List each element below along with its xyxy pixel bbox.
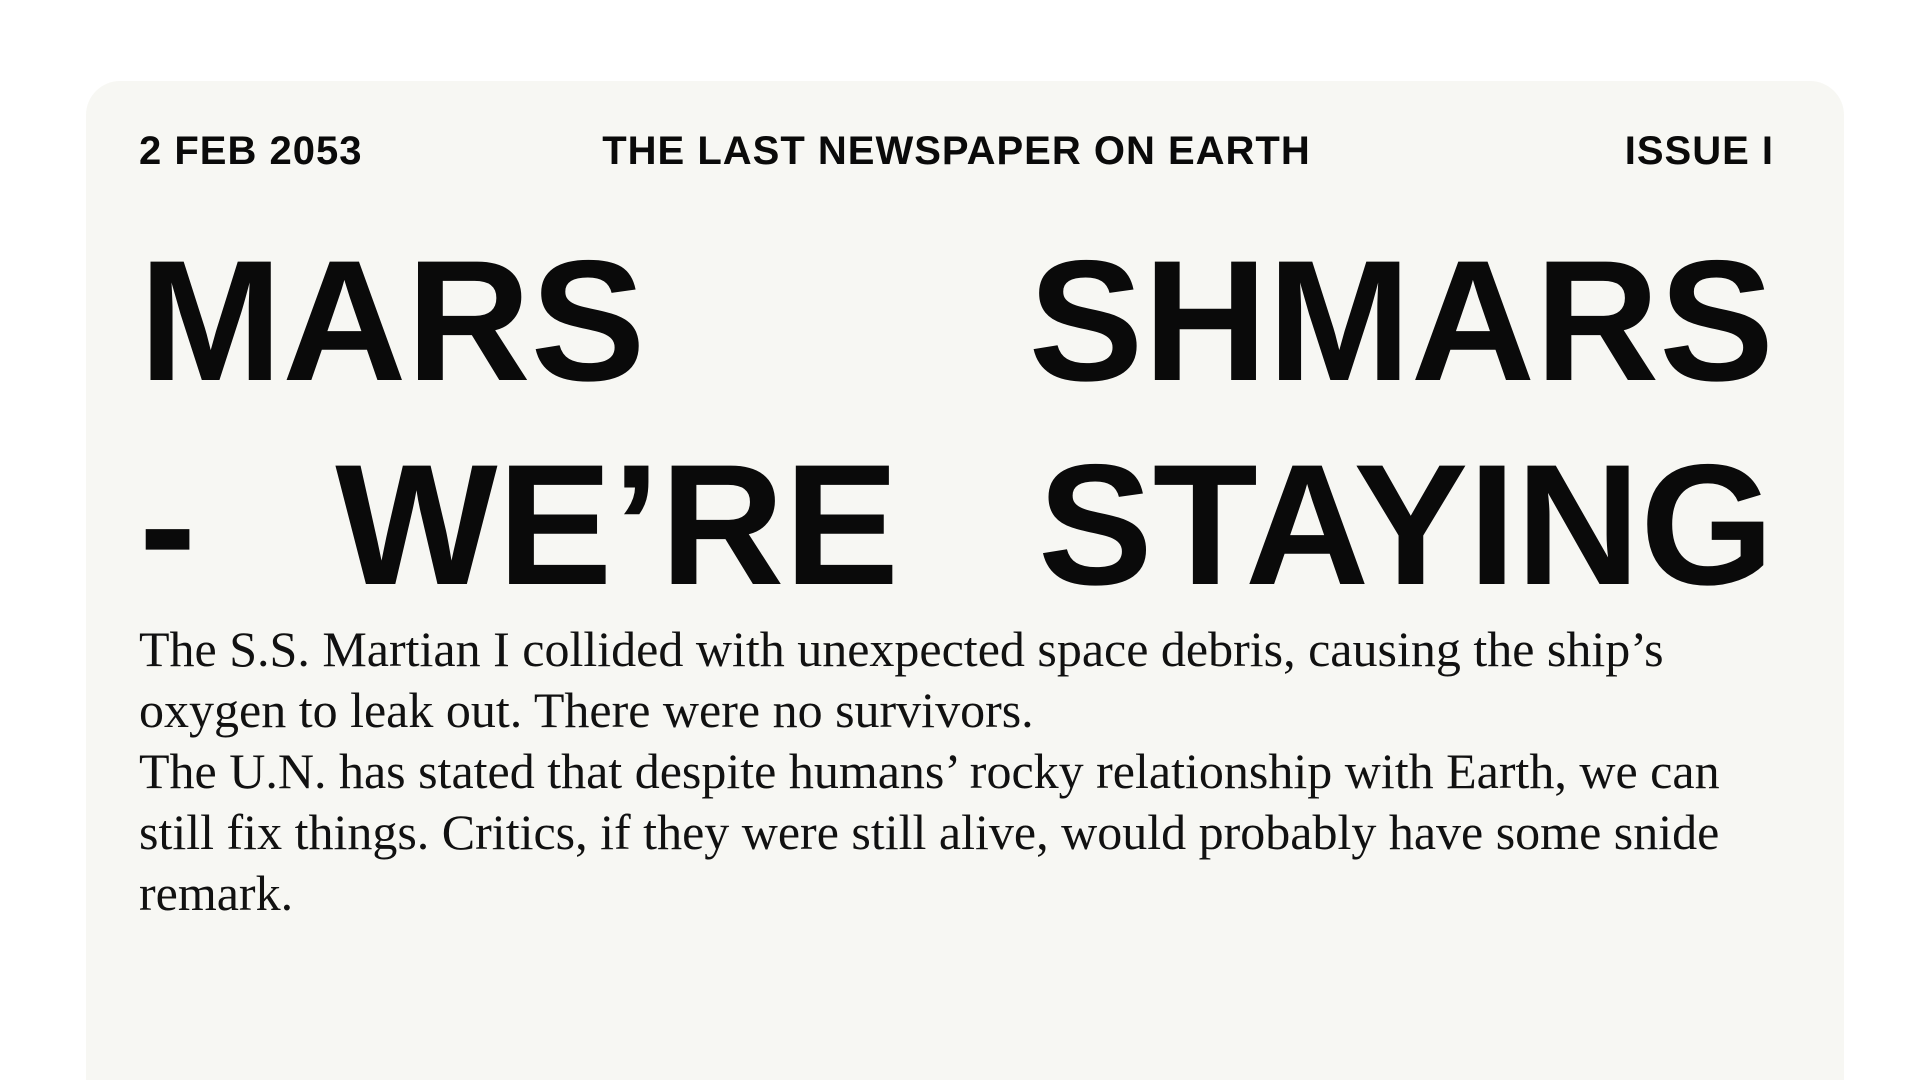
headline-line-2: - WE’RE STAYING xyxy=(139,423,1774,627)
newspaper-card: 2 FEB 2053 THE LAST NEWSPAPER ON EARTH I… xyxy=(86,81,1844,1080)
headline-word: WE’RE xyxy=(335,429,900,621)
issue-date: 2 FEB 2053 xyxy=(139,128,363,173)
article-body: The S.S. Martian I collided with unexpec… xyxy=(139,619,1774,924)
issue-number: ISSUE I xyxy=(1624,128,1774,173)
headline-word: - xyxy=(139,429,197,621)
headline-word: STAYING xyxy=(1038,429,1774,621)
headline-word: MARS xyxy=(139,225,646,417)
article-paragraph: The S.S. Martian I collided with unexpec… xyxy=(139,621,1664,738)
headline: MARS SHMARS - WE’RE STAYING xyxy=(139,219,1774,627)
article-paragraph: The U.N. has stated that despite humans’… xyxy=(139,743,1720,921)
newspaper-title: THE LAST NEWSPAPER ON EARTH xyxy=(602,128,1311,173)
headline-word: SHMARS xyxy=(1028,225,1774,417)
masthead: 2 FEB 2053 THE LAST NEWSPAPER ON EARTH I… xyxy=(139,126,1774,176)
headline-line-1: MARS SHMARS xyxy=(139,219,1774,423)
